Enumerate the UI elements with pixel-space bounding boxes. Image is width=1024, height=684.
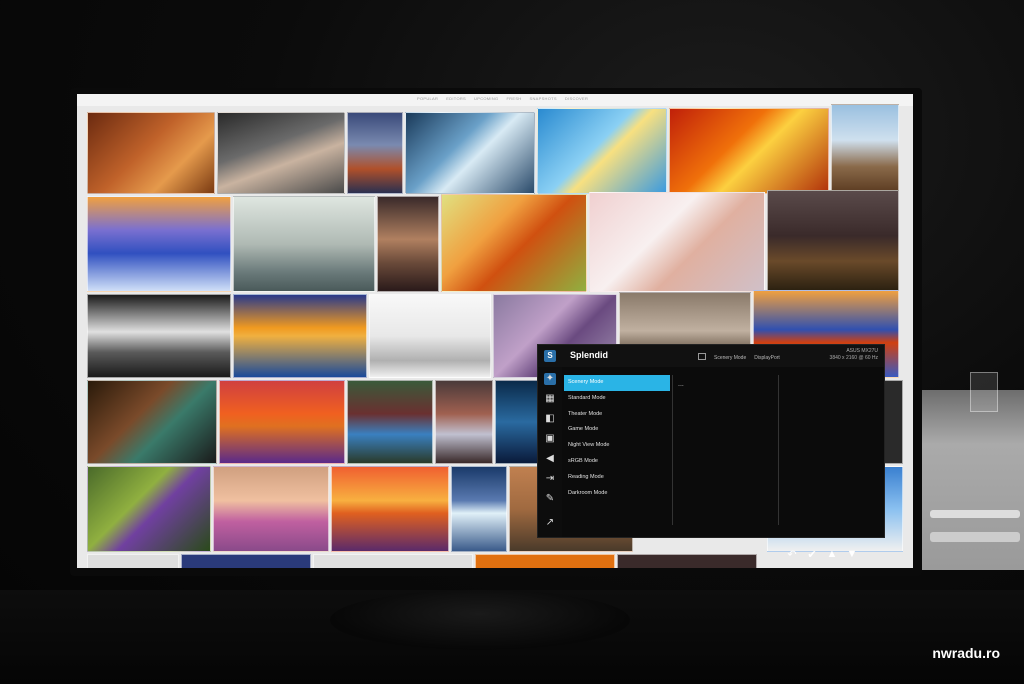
nav-item[interactable]: DISCOVER xyxy=(565,96,588,101)
nav-item[interactable]: EDITORS xyxy=(446,96,466,101)
photo-tile[interactable] xyxy=(87,112,215,194)
website-nav: POPULAR EDITORS UPCOMING FRESH SNAPSHOTS… xyxy=(417,96,588,101)
photo-tile[interactable] xyxy=(347,112,403,194)
photo-tile[interactable] xyxy=(617,554,757,568)
mode-item-game[interactable]: Game Mode xyxy=(564,422,670,438)
shelf-slot xyxy=(930,510,1020,518)
back-icon[interactable]: ↶ xyxy=(785,548,799,561)
color-icon[interactable]: ◧ xyxy=(544,413,556,425)
osd-mode-list: Scenery Mode Standard Mode Theater Mode … xyxy=(564,375,670,501)
photo-tile[interactable] xyxy=(87,196,231,292)
photo-tile[interactable] xyxy=(495,380,541,464)
photo-tile[interactable] xyxy=(767,190,899,292)
shelf-slot xyxy=(930,532,1020,542)
osd-header: S Splendid Scenery Mode DisplayPort ASUS… xyxy=(538,345,884,367)
photo-tile[interactable] xyxy=(883,380,903,464)
up-icon[interactable]: ▲ xyxy=(825,548,839,561)
photo-tile[interactable] xyxy=(331,466,449,552)
input-source: DisplayPort xyxy=(754,354,780,361)
osd-model-info: ASUS MX27U 3840 x 2160 @ 60 Hz xyxy=(830,348,878,362)
system-icon[interactable]: ✎ xyxy=(544,493,556,505)
website-top-bar: POPULAR EDITORS UPCOMING FRESH SNAPSHOTS… xyxy=(77,94,913,106)
photo-tile[interactable] xyxy=(669,108,829,194)
model-name: ASUS MX27U xyxy=(846,348,878,354)
photo-tile[interactable] xyxy=(87,294,231,378)
photo-tile[interactable] xyxy=(233,294,367,378)
photo-tile[interactable] xyxy=(87,466,211,552)
photo-tile[interactable] xyxy=(405,112,535,194)
osd-key-guide: ↶ ✔ ▲ ▼ xyxy=(785,548,859,561)
clear-object xyxy=(970,372,998,412)
photo-tile[interactable] xyxy=(537,108,667,194)
photo-tile[interactable] xyxy=(831,104,899,194)
mode-item-reading[interactable]: Reading Mode xyxy=(564,470,670,486)
shortcut-icon[interactable]: ↗ xyxy=(544,517,556,529)
osd-side-menu: ✦ ▦ ◧ ▣ ◀ ⇥ ✎ ↗ xyxy=(538,367,562,537)
watermark: nwradu.ro xyxy=(932,645,1000,661)
mode-item-scenery[interactable]: Scenery Mode xyxy=(564,375,670,391)
osd-divider xyxy=(672,375,673,525)
right-shelf xyxy=(922,372,1024,570)
photo-tile[interactable] xyxy=(369,294,491,378)
mode-item-standard[interactable]: Standard Mode xyxy=(564,391,670,407)
image-icon[interactable]: ▣ xyxy=(544,433,556,445)
submenu-ellipsis: ... xyxy=(678,381,684,388)
osd-divider xyxy=(778,375,779,525)
nav-item[interactable]: UPCOMING xyxy=(474,96,498,101)
photo-tile[interactable] xyxy=(87,554,179,568)
monitor-icon xyxy=(698,353,706,362)
resolution: 3840 x 2160 @ xyxy=(829,355,864,361)
nav-item[interactable]: POPULAR xyxy=(417,96,438,101)
current-mode: Scenery Mode xyxy=(714,354,747,361)
photo-tile[interactable] xyxy=(233,196,375,292)
nav-item[interactable]: SNAPSHOTS xyxy=(530,96,557,101)
confirm-icon[interactable]: ✔ xyxy=(805,548,819,561)
photo-tile[interactable] xyxy=(313,554,473,568)
down-icon[interactable]: ▼ xyxy=(845,548,859,561)
photo-tile[interactable] xyxy=(347,380,433,464)
input-icon[interactable]: ⇥ xyxy=(544,473,556,485)
splendid-icon[interactable]: ✦ xyxy=(544,373,556,385)
bluelight-icon[interactable]: ▦ xyxy=(544,393,556,405)
nav-item[interactable]: FRESH xyxy=(506,96,521,101)
mode-item-darkroom[interactable]: Darkroom Mode xyxy=(564,486,670,502)
photo-tile[interactable] xyxy=(181,554,311,568)
photo-tile[interactable] xyxy=(219,380,345,464)
sound-icon[interactable]: ◀ xyxy=(544,453,556,465)
splendid-logo-icon: S xyxy=(544,350,556,362)
photo-tile[interactable] xyxy=(435,380,493,464)
mode-item-theater[interactable]: Theater Mode xyxy=(564,407,670,423)
photo-tile[interactable] xyxy=(589,192,765,292)
monitor-stand-shadow xyxy=(330,590,630,650)
photo-tile[interactable] xyxy=(451,466,507,552)
photo-tile[interactable] xyxy=(441,194,587,292)
photo-tile[interactable] xyxy=(475,554,615,568)
mode-item-night-view[interactable]: Night View Mode xyxy=(564,438,670,454)
refresh-rate: 60 Hz xyxy=(864,355,878,361)
osd-menu: S Splendid Scenery Mode DisplayPort ASUS… xyxy=(537,344,885,538)
osd-title: Splendid xyxy=(570,350,608,360)
photo-tile[interactable] xyxy=(217,112,345,194)
osd-status: Scenery Mode DisplayPort xyxy=(698,353,780,362)
mode-item-srgb[interactable]: sRGB Mode xyxy=(564,454,670,470)
photo-tile[interactable] xyxy=(213,466,329,552)
photo-tile[interactable] xyxy=(377,196,439,292)
photo-tile[interactable] xyxy=(87,380,217,464)
